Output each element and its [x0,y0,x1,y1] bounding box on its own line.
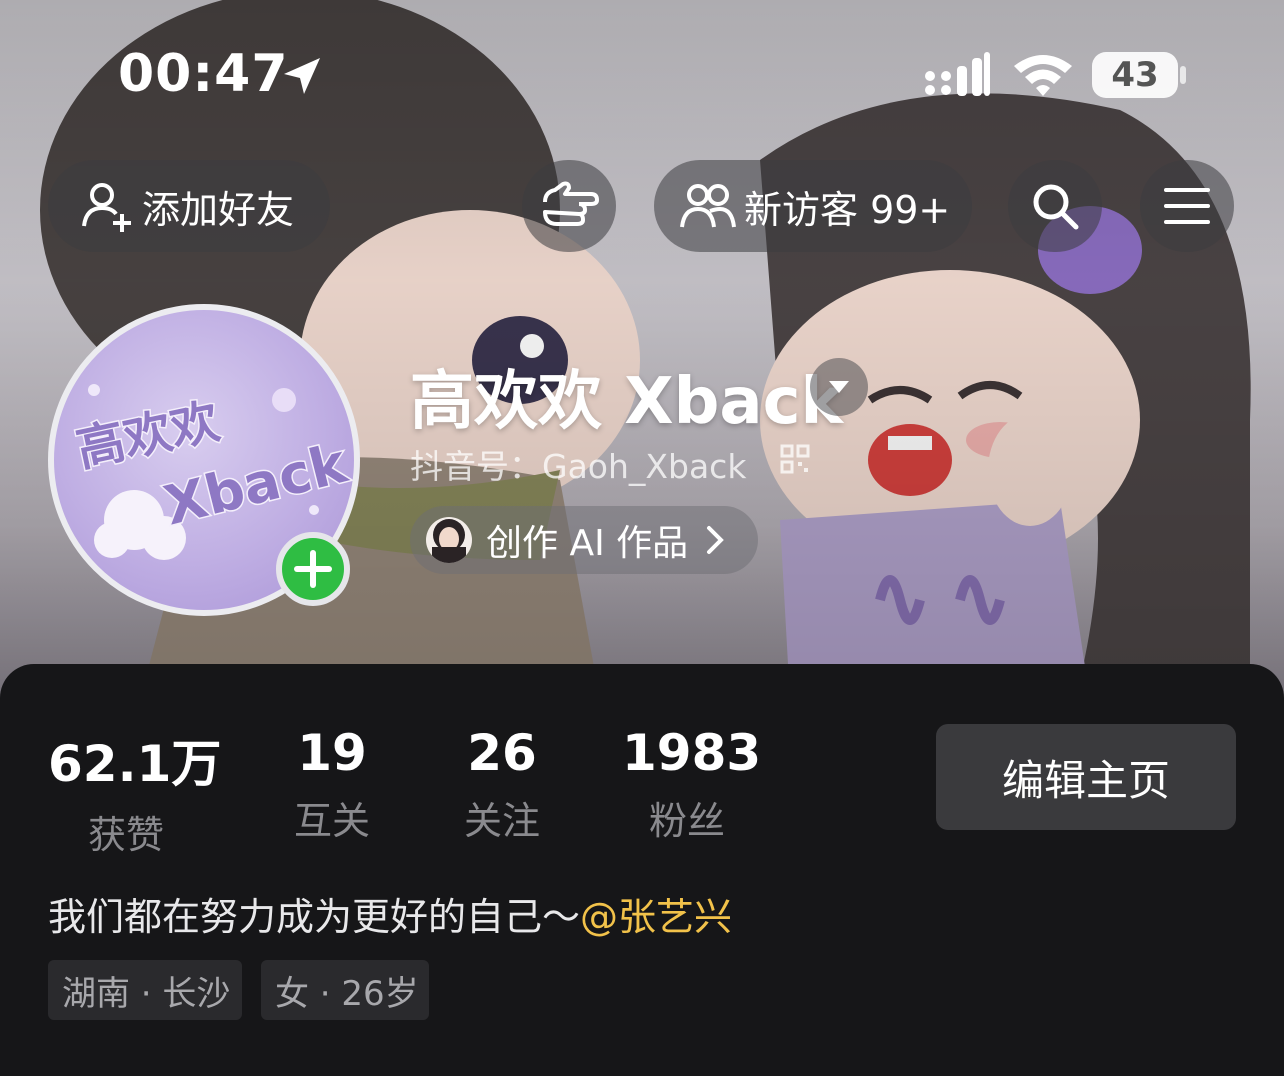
ai-avatar-thumbnail [426,517,472,563]
plus-icon [294,550,332,588]
wifi-icon [1014,55,1072,96]
search-icon [1033,184,1079,230]
following-count: 26 [467,724,537,782]
visitor-label: 新访客 99+ [744,187,951,232]
mutual-count: 19 [297,724,367,782]
stat-following[interactable]: 26 关注 [452,724,552,845]
likes-count: 62.1万 [48,735,222,793]
fans-label: 粉丝 [648,799,725,843]
avatar-add-button[interactable] [276,532,350,606]
edit-profile-button[interactable]: 编辑主页 [936,724,1236,830]
caret-down-icon [829,381,849,393]
location-arrow-icon [284,58,320,94]
mutual-label: 互关 [293,799,370,843]
status-time: 00:47 [118,44,289,104]
fans-count: 1983 [622,724,762,782]
stat-fans[interactable]: 1983 粉丝 [622,724,762,845]
visitors-icon [680,184,736,228]
add-friend-button[interactable]: 添加好友 [48,160,330,252]
battery-indicator: 43 [1092,52,1178,98]
ai-creation-label: 创作 AI 作品 [486,523,689,564]
gender-age-tag: 女 · 26岁 [261,960,429,1020]
battery-nub [1180,66,1186,84]
bio: 我们都在努力成为更好的自己～@张艺兴 [48,886,732,941]
pointing-hand-icon [543,181,599,226]
new-visitors-button[interactable]: 新访客 99+ [654,160,972,252]
stat-likes: 62.1万 获赞 [48,724,222,859]
likes-label: 获赞 [87,813,164,857]
stat-mutual-follows[interactable]: 19 互关 [282,724,382,845]
hamburger-menu-icon [1164,188,1210,224]
location-tag: 湖南 · 长沙 [48,960,242,1020]
add-friend-label: 添加好友 [142,187,295,232]
nickname[interactable]: 高欢欢 Xback [410,350,843,442]
chevron-right-icon [707,526,724,554]
bio-mention-link[interactable]: @张艺兴 [580,895,732,939]
bio-text: 我们都在努力成为更好的自己～ [48,895,581,939]
ai-creation-button[interactable]: 创作 AI 作品 [410,506,758,574]
poke-button[interactable] [522,160,616,252]
account-switch-button[interactable] [810,358,868,416]
add-user-icon [82,183,131,232]
menu-button[interactable] [1140,160,1234,252]
search-button[interactable] [1008,160,1102,252]
qr-code-icon[interactable] [780,444,810,474]
douyin-id: 抖音号：Gaoh_Xback [410,447,747,486]
following-label: 关注 [463,799,540,843]
cellular-signal-icon [925,52,990,96]
